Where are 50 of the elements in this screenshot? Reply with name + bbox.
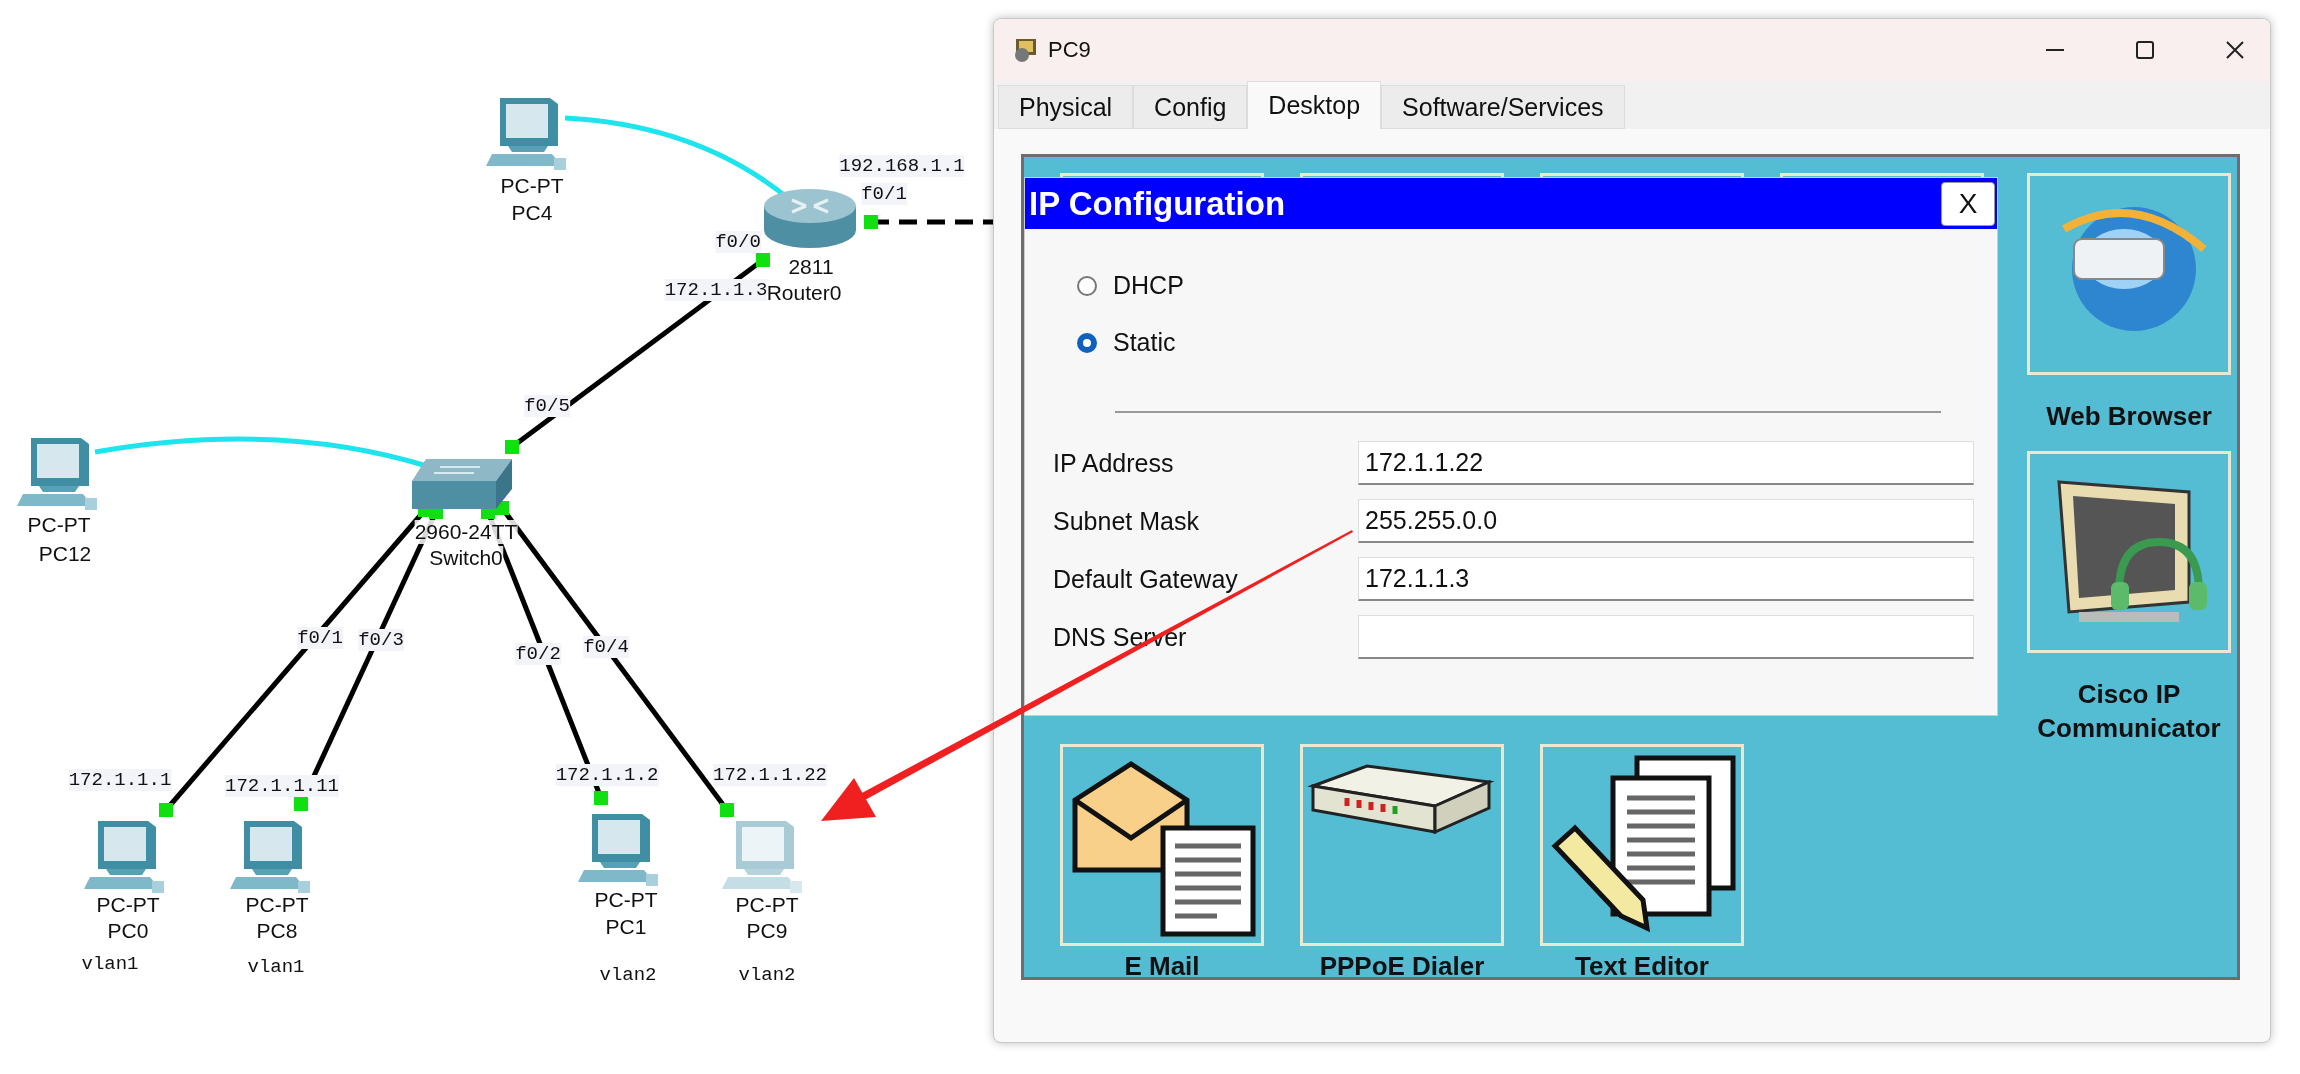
- link-light: [864, 215, 878, 229]
- port-label: 172.1.1.3: [664, 279, 768, 301]
- app-tile[interactable]: [2027, 451, 2231, 653]
- input-field[interactable]: 255.255.0.0: [1358, 499, 1974, 543]
- window-title: PC9: [1048, 37, 1091, 63]
- port-label: f0/1: [861, 183, 907, 205]
- field-label: Default Gateway: [1053, 564, 1239, 594]
- app-label: Text Editor: [1575, 951, 1709, 982]
- link-light: [594, 791, 608, 805]
- port-label: f0/0: [715, 231, 761, 253]
- radio-label: Static: [1113, 328, 1176, 357]
- port-label: f0/4: [583, 636, 629, 658]
- port-label: 172.1.1.2: [555, 764, 659, 786]
- link-light: [505, 440, 519, 454]
- link-light: [720, 803, 734, 817]
- dialog-title: IP Configuration: [1029, 184, 1286, 223]
- port-label: f0/5: [524, 395, 570, 417]
- app-label: Web Browser: [2045, 400, 2213, 433]
- app-label: PPPoE Dialer: [1319, 951, 1485, 982]
- app-label: Cisco IP Communicator: [2036, 678, 2222, 745]
- tab[interactable]: Physical: [998, 85, 1134, 129]
- app-tile[interactable]: [1060, 744, 1264, 946]
- link-light: [756, 253, 770, 267]
- close-button[interactable]: X: [1941, 181, 1995, 226]
- port-label: 172.1.1.22: [713, 764, 827, 786]
- tab[interactable]: Config: [1133, 85, 1248, 129]
- port-label: f0/3: [358, 629, 404, 651]
- radio-button[interactable]: [1077, 332, 1097, 353]
- port-label: f0/2: [515, 643, 561, 665]
- app-tile[interactable]: [1300, 744, 1504, 946]
- router-icon[interactable]: [762, 186, 858, 250]
- port-label: f0/1: [297, 627, 343, 649]
- port-label: 172.1.1.11: [225, 775, 339, 797]
- input-field[interactable]: 172.1.1.22: [1358, 441, 1974, 485]
- tab[interactable]: Desktop: [1247, 81, 1382, 129]
- radio-label: DHCP: [1113, 271, 1184, 300]
- input-field[interactable]: [1358, 615, 1974, 659]
- port-label: 192.168.1.1: [839, 155, 965, 177]
- link-light: [159, 803, 173, 817]
- tab[interactable]: Software/Services: [1381, 85, 1625, 129]
- app-label: E Mail: [1124, 951, 1200, 982]
- input-field[interactable]: 172.1.1.3: [1358, 557, 1974, 601]
- port-label: 172.1.1.1: [68, 769, 172, 791]
- field-label: Subnet Mask: [1053, 506, 1200, 536]
- link-light: [294, 797, 308, 811]
- device-label: 2960-24TT: [414, 520, 518, 544]
- radio-button[interactable]: [1077, 275, 1097, 296]
- field-label: IP Address: [1053, 448, 1175, 478]
- app-tile[interactable]: [2027, 173, 2231, 375]
- app-tile[interactable]: [1540, 744, 1744, 946]
